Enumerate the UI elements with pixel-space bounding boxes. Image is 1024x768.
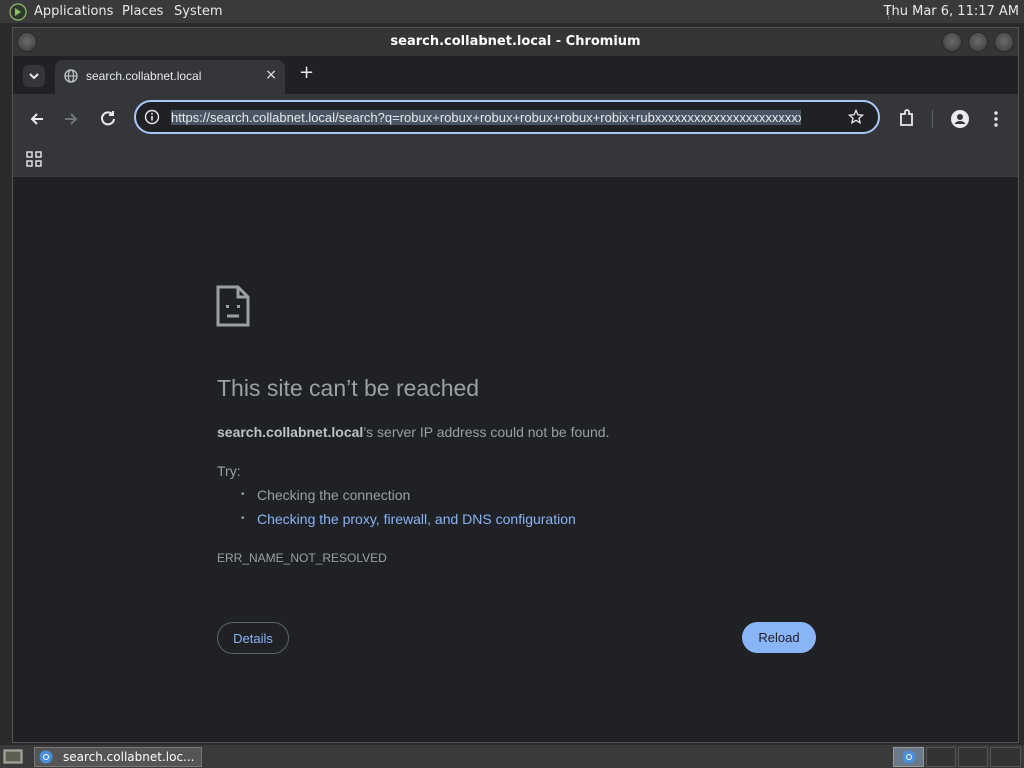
gnome-foot-icon[interactable] [9,3,27,21]
try-label: Try: [217,463,241,479]
error-host: search.collabnet.local [217,424,364,440]
bookmarks-bar [13,144,1018,177]
details-button[interactable]: Details [217,622,289,654]
profile-icon[interactable] [948,107,972,131]
toolbar-divider [932,110,933,128]
reload-button[interactable]: Reload [742,622,816,653]
error-code: ERR_NAME_NOT_RESOLVED [217,551,387,565]
maximize-icon[interactable] [968,32,988,52]
workspace-2[interactable] [926,747,956,767]
tab-active[interactable]: search.collabnet.local × [55,60,285,94]
tab-close-icon[interactable]: × [265,67,277,83]
url-text[interactable]: https://search.collabnet.local/search?q=… [171,110,801,126]
site-info-icon[interactable] [144,109,160,125]
close-window-icon[interactable] [994,32,1014,52]
menu-system[interactable]: System [174,4,222,19]
show-desktop-icon[interactable] [3,748,23,765]
error-title: This site can’t be reached [217,375,480,401]
toolbar: https://search.collabnet.local/search?q=… [13,94,1018,144]
workspace-4[interactable] [990,747,1021,767]
sad-document-icon [216,285,250,327]
top-panel: Applications Places System Thu Mar 6, 11… [0,0,1024,24]
taskbar-window-label: search.collabnet.loc... [63,750,195,764]
tab-search-icon[interactable] [23,65,45,87]
workspace-3[interactable] [958,747,988,767]
apps-grid-icon[interactable] [26,151,42,167]
suggestion-check-connection: Checking the connection [239,483,576,507]
taskbar-window-button[interactable]: search.collabnet.loc... [34,747,202,767]
menu-places[interactable]: Places [122,4,163,19]
window-titlebar[interactable]: search.collabnet.local - Chromium [13,28,1018,56]
menu-kebab-icon[interactable] [984,107,1008,131]
error-page: This site can’t be reached search.collab… [13,177,1018,742]
bottom-panel: search.collabnet.loc... [0,744,1024,768]
window-menu-icon[interactable] [17,32,37,52]
error-desc-suffix: ’s server IP address could not be found. [363,424,610,440]
globe-icon [64,69,78,83]
reload-icon[interactable] [96,107,120,131]
browser-window: search.collabnet.local - Chromium search… [12,27,1019,743]
new-tab-icon[interactable]: + [299,62,314,83]
tab-title: search.collabnet.local [86,69,202,83]
menu-applications[interactable]: Applications [34,4,113,19]
window-title: search.collabnet.local - Chromium [390,34,641,49]
clock[interactable]: Thu Mar 6, 11:17 AM [884,4,1019,19]
suggestion-list: Checking the connection Checking the pro… [239,483,576,531]
back-icon[interactable] [25,107,49,131]
forward-icon[interactable] [59,107,83,131]
suggestion-check-proxy-link[interactable]: Checking the proxy, firewall, and DNS co… [239,507,576,531]
chromium-icon [902,750,916,764]
chromium-icon [39,750,53,764]
tab-strip: search.collabnet.local × + [13,56,1018,94]
omnibox[interactable]: https://search.collabnet.local/search?q=… [134,100,880,134]
error-description: search.collabnet.local’s server IP addre… [217,424,610,440]
workspace-1[interactable] [893,747,924,767]
minimize-icon[interactable] [942,32,962,52]
extensions-icon[interactable] [895,107,919,131]
bookmark-star-icon[interactable] [848,109,864,125]
